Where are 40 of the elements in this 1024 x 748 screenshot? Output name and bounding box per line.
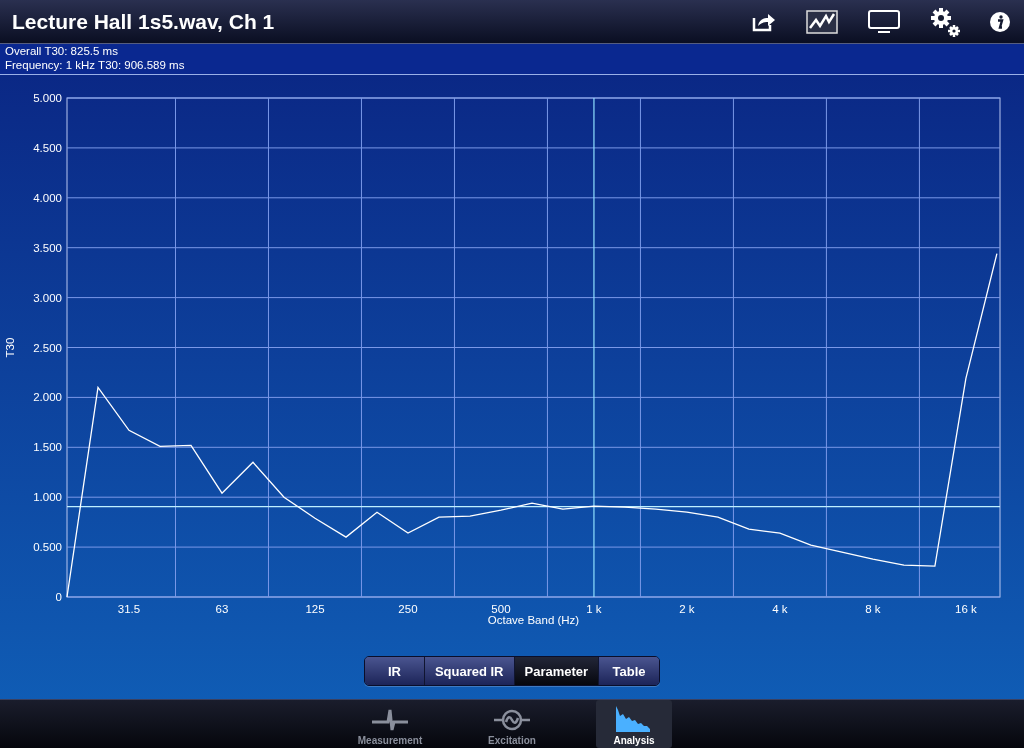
x-tick-label: 4 k — [772, 603, 788, 615]
tab-bar-item[interactable]: Measurement — [352, 700, 428, 748]
x-tick-label: 16 k — [955, 603, 977, 615]
tab-bar-item[interactable]: Excitation — [474, 700, 550, 748]
tab-bar-item[interactable]: Analysis — [596, 700, 672, 748]
x-axis-label: Octave Band (Hz) — [487, 614, 580, 626]
graph-icon[interactable] — [806, 9, 838, 34]
x-tick-label: 1 k — [586, 603, 602, 615]
x-tick-label: 63 — [215, 603, 229, 615]
info-text: Overall T30: 825.5 ms — [5, 44, 119, 58]
pulse-icon — [370, 708, 410, 732]
y-tick-label: 5.000 — [33, 92, 62, 104]
y-tick-label: 3.500 — [33, 241, 62, 254]
y-tick-label: 2.000 — [33, 391, 62, 404]
x-tick-label: 125 — [305, 603, 325, 615]
y-tick-label: 0.500 — [33, 541, 62, 554]
segment-tab[interactable]: IR — [364, 657, 425, 685]
y-tick-label: 4.500 — [33, 141, 62, 154]
y-tick-label: 4.000 — [33, 191, 62, 204]
y-tick-label: 1.500 — [33, 441, 62, 454]
x-tick-label: 2 k — [679, 603, 695, 615]
share-icon[interactable] — [752, 11, 776, 32]
y-tick-label: 1.000 — [33, 491, 62, 504]
x-tick-label: 500 — [491, 603, 511, 615]
y-tick-label: 2.500 — [33, 341, 62, 354]
settings-icon[interactable] — [930, 6, 960, 37]
sine-wave-icon — [492, 708, 532, 732]
y-tick-label: 3.000 — [33, 291, 62, 304]
x-tick-label: 250 — [398, 603, 418, 615]
y-axis-label: T30 — [4, 337, 16, 358]
info-icon[interactable] — [990, 11, 1010, 32]
segment-tab[interactable]: Table — [599, 657, 660, 685]
info-text: Frequency: 1 kHz T30: 906.589 ms — [5, 58, 186, 72]
x-tick-label: 31.5 — [117, 603, 141, 615]
segment-tab[interactable]: Squared IR — [424, 657, 515, 685]
segment-tab[interactable]: Parameter — [514, 657, 600, 685]
monitor-icon[interactable] — [868, 9, 900, 34]
y-tick-label: 0 — [55, 591, 62, 603]
x-tick-label: 8 k — [865, 603, 881, 615]
window-title: Lecture Hall 1s5.wav, Ch 1 — [12, 9, 275, 34]
